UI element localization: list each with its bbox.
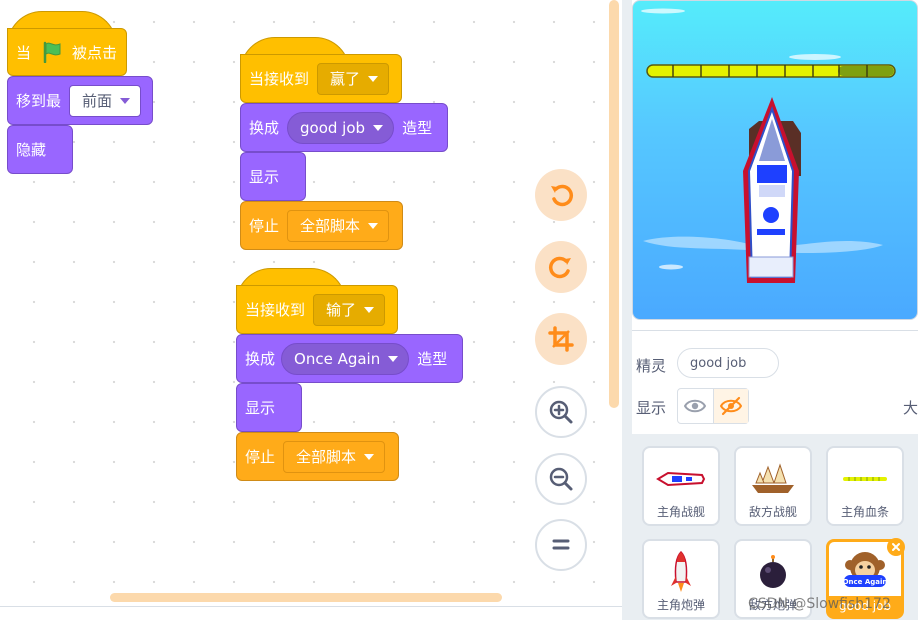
enemy-battleship-icon — [736, 454, 810, 504]
zoom-in-button[interactable] — [535, 386, 587, 438]
sprite-list: 主角战舰 敌方战舰 主角血条 主角炮弹 敌方炮弹 Once Again good… — [632, 434, 918, 620]
size-label: 大 — [903, 399, 918, 417]
delete-sprite-button[interactable] — [887, 538, 905, 556]
sprite-tile-label: 主角炮弹 — [656, 598, 705, 612]
player-battleship-icon — [644, 454, 718, 504]
stage-scene — [641, 8, 896, 283]
once-again-badge-text: Once Again — [843, 578, 888, 586]
sprite-tile[interactable]: 敌方战舰 — [734, 446, 812, 526]
costume-suffix: 造型 — [402, 119, 433, 137]
chevron-down-icon — [364, 306, 375, 313]
zoom-reset-button[interactable] — [535, 519, 587, 571]
visibility-toggle — [677, 388, 749, 424]
chevron-down-icon — [368, 222, 379, 229]
message-dropdown[interactable]: 输了 — [313, 293, 386, 326]
stop-label: 停止 — [249, 217, 280, 235]
message-dropdown-value: 输了 — [326, 301, 357, 319]
costume-dropdown-value: Once Again — [294, 349, 381, 368]
show-label: 显示 — [249, 168, 280, 186]
message-dropdown-value: 赢了 — [330, 70, 361, 88]
player-ship — [743, 97, 801, 283]
costume-suffix: 造型 — [417, 350, 448, 368]
clicked-label: 被点击 — [72, 43, 118, 62]
layer-dropdown-value: 前面 — [82, 92, 113, 110]
go-to-layer-block[interactable]: 移到最 前面 — [7, 76, 153, 125]
stop-dropdown[interactable]: 全部脚本 — [283, 440, 386, 473]
crop-icon — [548, 326, 574, 352]
costume-dropdown-value: good job — [300, 118, 366, 137]
layer-dropdown[interactable]: 前面 — [69, 84, 142, 117]
health-bar — [646, 64, 896, 78]
chevron-down-icon — [373, 124, 384, 131]
sprite-tile-label: 主角战舰 — [656, 505, 705, 519]
rocket-icon — [644, 547, 718, 597]
sprite-tile-label: 敌方战舰 — [748, 505, 797, 519]
eye-icon — [684, 399, 707, 413]
undo-icon — [551, 184, 573, 207]
zoom-out-button[interactable] — [535, 453, 587, 505]
horizontal-scrollbar[interactable] — [110, 593, 502, 602]
clean-up-button[interactable] — [535, 313, 587, 365]
show-label: 显示 — [636, 399, 667, 417]
show-block[interactable]: 显示 — [236, 383, 302, 432]
undo-button[interactable] — [535, 169, 587, 221]
sprite-tile[interactable]: 主角炮弹 — [642, 539, 720, 619]
when-receive-block[interactable]: 当接收到 输了 — [236, 285, 398, 334]
costume-dropdown[interactable]: good job — [287, 111, 395, 144]
bomb-icon — [736, 547, 810, 597]
code-workspace[interactable]: 当 被点击 移到最 前面 隐藏 当接收到 赢了 换成 good job 造型 显… — [0, 0, 622, 612]
message-dropdown[interactable]: 赢了 — [317, 62, 390, 95]
close-icon — [892, 543, 900, 551]
when-receive-label: 当接收到 — [249, 70, 310, 88]
switch-costume-block[interactable]: 换成 Once Again 造型 — [236, 334, 463, 383]
sprite-label: 精灵 — [636, 357, 667, 375]
panel-divider — [622, 0, 632, 620]
stop-label: 停止 — [245, 448, 276, 466]
chevron-down-icon — [364, 453, 375, 460]
hide-label: 隐藏 — [16, 141, 47, 159]
switch-label: 换成 — [245, 350, 276, 368]
hide-sprite-button[interactable] — [713, 389, 748, 423]
show-sprite-button[interactable] — [678, 389, 714, 423]
stop-block[interactable]: 停止 全部脚本 — [240, 201, 403, 250]
stop-dropdown-value: 全部脚本 — [300, 217, 361, 235]
redo-icon — [549, 256, 571, 279]
when-receive-block[interactable]: 当接收到 赢了 — [240, 54, 402, 103]
when-flag-clicked-block[interactable]: 当 被点击 — [7, 28, 127, 76]
redo-button[interactable] — [535, 241, 587, 293]
costume-dropdown[interactable]: Once Again — [281, 342, 410, 375]
vertical-scrollbar[interactable] — [609, 0, 619, 408]
sprite-tile-label: 主角血条 — [840, 505, 889, 519]
switch-label: 换成 — [249, 119, 280, 137]
sprite-name-field[interactable]: good job — [677, 348, 779, 378]
green-flag-icon — [41, 41, 63, 63]
zoom-in-icon — [549, 400, 573, 424]
stop-dropdown-value: 全部脚本 — [296, 448, 357, 466]
zoom-out-icon — [549, 467, 573, 491]
zoom-reset-icon — [552, 539, 570, 550]
stop-dropdown[interactable]: 全部脚本 — [287, 209, 390, 242]
hide-block[interactable]: 隐藏 — [7, 125, 73, 174]
stop-block[interactable]: 停止 全部脚本 — [236, 432, 399, 481]
chevron-down-icon — [120, 97, 131, 104]
stage[interactable] — [632, 0, 918, 320]
workspace-bottom-edge — [0, 606, 622, 621]
sprite-name-value: good job — [690, 355, 747, 371]
watermark: CSDN @Slowfish172 — [748, 596, 891, 612]
sprite-tile[interactable]: 主角战舰 — [642, 446, 720, 526]
switch-costume-block[interactable]: 换成 good job 造型 — [240, 103, 448, 152]
go-to-label: 移到最 — [16, 92, 62, 110]
chevron-down-icon — [388, 355, 399, 362]
sprite-tile[interactable]: 主角血条 — [826, 446, 904, 526]
chevron-down-icon — [368, 75, 379, 82]
eye-off-icon — [719, 396, 742, 416]
when-label: 当 — [16, 43, 32, 62]
show-label: 显示 — [245, 399, 276, 417]
sprite-info-panel: 精灵 good job 显示 大 — [632, 330, 918, 435]
when-receive-label: 当接收到 — [245, 301, 306, 319]
health-bar-icon — [828, 454, 902, 504]
show-block[interactable]: 显示 — [240, 152, 306, 201]
